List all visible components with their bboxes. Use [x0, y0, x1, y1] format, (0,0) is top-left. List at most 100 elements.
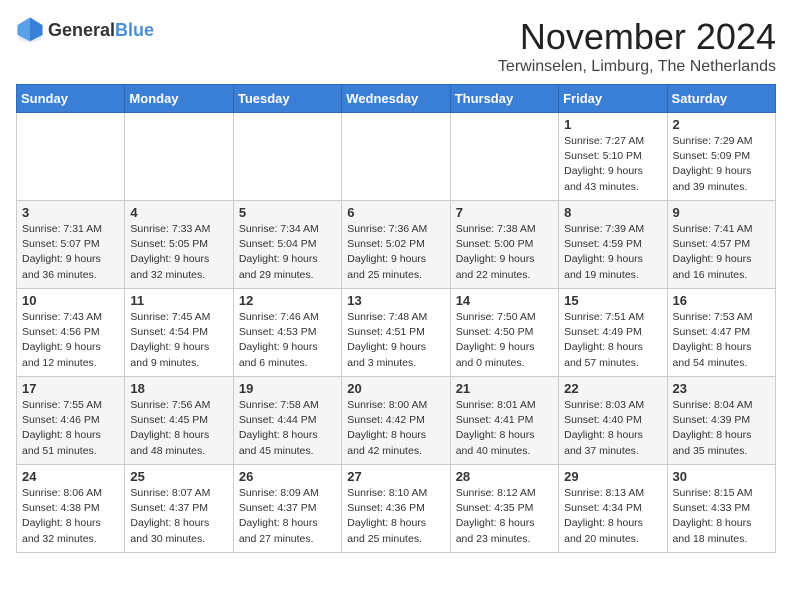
month-title: November 2024: [498, 16, 776, 58]
day-info: Sunrise: 8:09 AM Sunset: 4:37 PM Dayligh…: [239, 486, 336, 547]
day-info: Sunrise: 8:01 AM Sunset: 4:41 PM Dayligh…: [456, 398, 553, 459]
day-number: 27: [347, 469, 444, 484]
calendar-cell: [125, 113, 233, 201]
day-info: Sunrise: 7:46 AM Sunset: 4:53 PM Dayligh…: [239, 310, 336, 371]
calendar-cell: 17 Sunrise: 7:55 AM Sunset: 4:46 PM Dayli…: [17, 377, 125, 465]
calendar-cell: 25 Sunrise: 8:07 AM Sunset: 4:37 PM Dayli…: [125, 465, 233, 553]
calendar-cell: [17, 113, 125, 201]
logo-icon: [16, 16, 44, 44]
calendar-cell: 24 Sunrise: 8:06 AM Sunset: 4:38 PM Dayli…: [17, 465, 125, 553]
day-info: Sunrise: 8:10 AM Sunset: 4:36 PM Dayligh…: [347, 486, 444, 547]
day-number: 19: [239, 381, 336, 396]
logo: GeneralBlue: [16, 16, 154, 44]
calendar-cell: 19 Sunrise: 7:58 AM Sunset: 4:44 PM Dayli…: [233, 377, 341, 465]
day-number: 17: [22, 381, 119, 396]
day-info: Sunrise: 8:07 AM Sunset: 4:37 PM Dayligh…: [130, 486, 227, 547]
day-number: 3: [22, 205, 119, 220]
day-info: Sunrise: 8:13 AM Sunset: 4:34 PM Dayligh…: [564, 486, 661, 547]
day-number: 1: [564, 117, 661, 132]
calendar-cell: 2Sunrise: 7:29 AM Sunset: 5:09 PM Daylig…: [667, 113, 775, 201]
day-number: 26: [239, 469, 336, 484]
day-info: Sunrise: 8:03 AM Sunset: 4:40 PM Dayligh…: [564, 398, 661, 459]
calendar-cell: 28 Sunrise: 8:12 AM Sunset: 4:35 PM Dayli…: [450, 465, 558, 553]
calendar-cell: 6 Sunrise: 7:36 AM Sunset: 5:02 PM Daylig…: [342, 201, 450, 289]
day-info: Sunrise: 8:06 AM Sunset: 4:38 PM Dayligh…: [22, 486, 119, 547]
day-info: Sunrise: 8:12 AM Sunset: 4:35 PM Dayligh…: [456, 486, 553, 547]
day-number: 30: [673, 469, 770, 484]
day-info: Sunrise: 7:34 AM Sunset: 5:04 PM Dayligh…: [239, 222, 336, 283]
logo-general: General: [48, 20, 115, 40]
day-info: Sunrise: 7:39 AM Sunset: 4:59 PM Dayligh…: [564, 222, 661, 283]
calendar-table: SundayMondayTuesdayWednesdayThursdayFrid…: [16, 84, 776, 553]
calendar-cell: 16Sunrise: 7:53 AM Sunset: 4:47 PM Dayli…: [667, 289, 775, 377]
day-number: 6: [347, 205, 444, 220]
day-info: Sunrise: 7:27 AM Sunset: 5:10 PM Dayligh…: [564, 134, 661, 195]
calendar-cell: 9Sunrise: 7:41 AM Sunset: 4:57 PM Daylig…: [667, 201, 775, 289]
calendar-cell: [450, 113, 558, 201]
title-area: November 2024 Terwinselen, Limburg, The …: [498, 16, 776, 76]
day-info: Sunrise: 7:31 AM Sunset: 5:07 PM Dayligh…: [22, 222, 119, 283]
calendar-cell: 21 Sunrise: 8:01 AM Sunset: 4:41 PM Dayli…: [450, 377, 558, 465]
calendar-cell: 27 Sunrise: 8:10 AM Sunset: 4:36 PM Dayli…: [342, 465, 450, 553]
calendar-cell: 1 Sunrise: 7:27 AM Sunset: 5:10 PM Daylig…: [559, 113, 667, 201]
day-info: Sunrise: 7:29 AM Sunset: 5:09 PM Dayligh…: [673, 134, 770, 195]
week-row-2: 3 Sunrise: 7:31 AM Sunset: 5:07 PM Daylig…: [17, 201, 776, 289]
calendar-cell: [342, 113, 450, 201]
day-number: 24: [22, 469, 119, 484]
weekday-header-monday: Monday: [125, 85, 233, 113]
calendar-cell: 8 Sunrise: 7:39 AM Sunset: 4:59 PM Daylig…: [559, 201, 667, 289]
calendar-cell: 15Sunrise: 7:51 AM Sunset: 4:49 PM Dayli…: [559, 289, 667, 377]
day-number: 21: [456, 381, 553, 396]
calendar-cell: 13 Sunrise: 7:48 AM Sunset: 4:51 PM Dayli…: [342, 289, 450, 377]
weekday-header-tuesday: Tuesday: [233, 85, 341, 113]
logo-text: GeneralBlue: [48, 20, 154, 41]
calendar-cell: 11Sunrise: 7:45 AM Sunset: 4:54 PM Dayli…: [125, 289, 233, 377]
day-number: 29: [564, 469, 661, 484]
calendar-cell: 5 Sunrise: 7:34 AM Sunset: 5:04 PM Daylig…: [233, 201, 341, 289]
day-number: 14: [456, 293, 553, 308]
weekday-header-friday: Friday: [559, 85, 667, 113]
week-row-1: 1 Sunrise: 7:27 AM Sunset: 5:10 PM Daylig…: [17, 113, 776, 201]
day-number: 28: [456, 469, 553, 484]
day-number: 23: [673, 381, 770, 396]
day-info: Sunrise: 7:36 AM Sunset: 5:02 PM Dayligh…: [347, 222, 444, 283]
calendar-cell: 14Sunrise: 7:50 AM Sunset: 4:50 PM Dayli…: [450, 289, 558, 377]
day-info: Sunrise: 7:48 AM Sunset: 4:51 PM Dayligh…: [347, 310, 444, 371]
day-info: Sunrise: 7:38 AM Sunset: 5:00 PM Dayligh…: [456, 222, 553, 283]
calendar-cell: [233, 113, 341, 201]
calendar-cell: 23Sunrise: 8:04 AM Sunset: 4:39 PM Dayli…: [667, 377, 775, 465]
day-info: Sunrise: 7:58 AM Sunset: 4:44 PM Dayligh…: [239, 398, 336, 459]
calendar-cell: 7 Sunrise: 7:38 AM Sunset: 5:00 PM Daylig…: [450, 201, 558, 289]
week-row-4: 17 Sunrise: 7:55 AM Sunset: 4:46 PM Dayli…: [17, 377, 776, 465]
day-info: Sunrise: 7:45 AM Sunset: 4:54 PM Dayligh…: [130, 310, 227, 371]
weekday-header-sunday: Sunday: [17, 85, 125, 113]
day-info: Sunrise: 7:33 AM Sunset: 5:05 PM Dayligh…: [130, 222, 227, 283]
week-row-5: 24 Sunrise: 8:06 AM Sunset: 4:38 PM Dayli…: [17, 465, 776, 553]
day-number: 22: [564, 381, 661, 396]
day-info: Sunrise: 8:00 AM Sunset: 4:42 PM Dayligh…: [347, 398, 444, 459]
weekday-header-saturday: Saturday: [667, 85, 775, 113]
calendar-cell: 10Sunrise: 7:43 AM Sunset: 4:56 PM Dayli…: [17, 289, 125, 377]
day-info: Sunrise: 7:43 AM Sunset: 4:56 PM Dayligh…: [22, 310, 119, 371]
day-number: 8: [564, 205, 661, 220]
page-header: GeneralBlue November 2024 Terwinselen, L…: [16, 16, 776, 76]
day-number: 25: [130, 469, 227, 484]
calendar-cell: 22 Sunrise: 8:03 AM Sunset: 4:40 PM Dayli…: [559, 377, 667, 465]
day-number: 12: [239, 293, 336, 308]
day-number: 7: [456, 205, 553, 220]
day-number: 13: [347, 293, 444, 308]
calendar-cell: 29 Sunrise: 8:13 AM Sunset: 4:34 PM Dayli…: [559, 465, 667, 553]
day-number: 5: [239, 205, 336, 220]
calendar-cell: 12 Sunrise: 7:46 AM Sunset: 4:53 PM Dayli…: [233, 289, 341, 377]
weekday-header-row: SundayMondayTuesdayWednesdayThursdayFrid…: [17, 85, 776, 113]
calendar-cell: 26 Sunrise: 8:09 AM Sunset: 4:37 PM Dayli…: [233, 465, 341, 553]
calendar-cell: 20 Sunrise: 8:00 AM Sunset: 4:42 PM Dayli…: [342, 377, 450, 465]
weekday-header-wednesday: Wednesday: [342, 85, 450, 113]
day-info: Sunrise: 7:55 AM Sunset: 4:46 PM Dayligh…: [22, 398, 119, 459]
day-number: 20: [347, 381, 444, 396]
day-info: Sunrise: 7:56 AM Sunset: 4:45 PM Dayligh…: [130, 398, 227, 459]
week-row-3: 10Sunrise: 7:43 AM Sunset: 4:56 PM Dayli…: [17, 289, 776, 377]
day-info: Sunrise: 8:15 AM Sunset: 4:33 PM Dayligh…: [673, 486, 770, 547]
day-info: Sunrise: 7:53 AM Sunset: 4:47 PM Dayligh…: [673, 310, 770, 371]
calendar-cell: 30 Sunrise: 8:15 AM Sunset: 4:33 PM Dayli…: [667, 465, 775, 553]
